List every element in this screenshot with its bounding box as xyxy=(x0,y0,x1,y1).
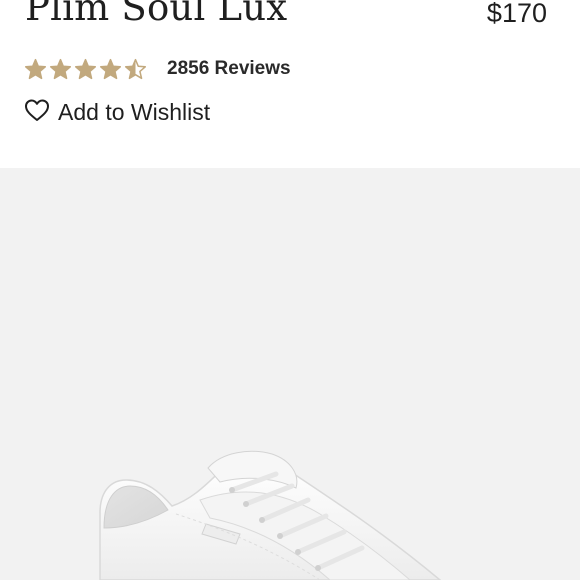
product-price: $170 xyxy=(486,0,547,28)
star-rating xyxy=(24,58,147,81)
star-icon xyxy=(24,58,47,79)
star-icon xyxy=(49,58,72,79)
product-image[interactable] xyxy=(0,168,580,580)
rating-row[interactable]: 2856 Reviews xyxy=(24,56,291,82)
star-icon xyxy=(99,58,122,79)
product-title: Plim Soul Lux xyxy=(25,0,288,29)
add-to-wishlist-button[interactable]: Add to Wishlist xyxy=(24,97,210,127)
star-icon xyxy=(74,58,97,79)
wishlist-label: Add to Wishlist xyxy=(58,98,211,125)
sneaker-image xyxy=(99,450,442,580)
heart-outline-icon xyxy=(24,98,50,127)
reviews-link[interactable]: 2856 Reviews xyxy=(167,58,291,80)
star-icon xyxy=(124,58,147,79)
